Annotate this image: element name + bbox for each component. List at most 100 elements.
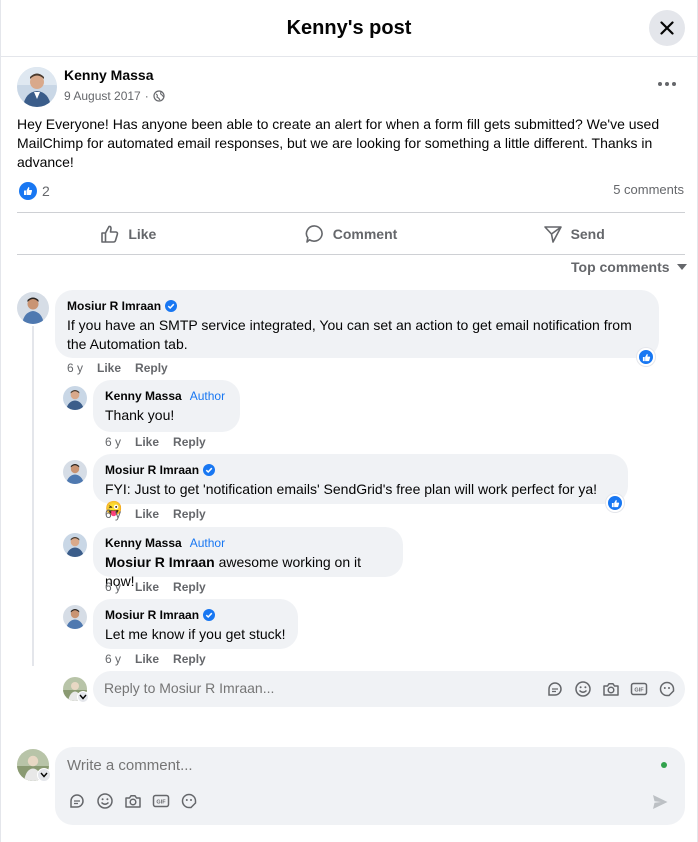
reply-author-avatar[interactable] <box>63 533 87 557</box>
caret-down-icon <box>676 264 687 270</box>
reply-author[interactable]: Mosiur R Imraan <box>105 607 286 623</box>
post-author-avatar[interactable] <box>17 67 57 107</box>
gif-icon[interactable]: GIF <box>630 680 648 698</box>
thumbs-up-icon <box>101 225 119 243</box>
reply-age[interactable]: 6 y <box>105 580 121 594</box>
comment-reply-button[interactable]: Reply <box>135 361 168 375</box>
comment-author-name[interactable]: Mosiur R Imraan <box>67 299 161 313</box>
reply-age[interactable]: 6 y <box>105 507 121 521</box>
reply-author-name[interactable]: Mosiur R Imraan <box>105 463 199 477</box>
reply-input[interactable] <box>104 680 504 696</box>
submit-comment-button[interactable] <box>651 793 669 811</box>
paper-plane-icon <box>543 225 562 243</box>
reply-bubble: Mosiur R Imraan Let me know if you get s… <box>93 599 298 649</box>
camera-icon[interactable] <box>124 792 142 810</box>
reaction-count[interactable]: 2 <box>42 183 50 199</box>
comment-text: If you have an SMTP service integrated, … <box>67 317 632 352</box>
comment-like-reaction-icon[interactable] <box>637 348 655 366</box>
reply-like-button[interactable]: Like <box>135 580 159 594</box>
sort-comments-button[interactable]: Top comments <box>571 259 688 275</box>
comment-meta: 6 y Like Reply <box>67 361 168 375</box>
comment-bubble: Mosiur R Imraan If you have an SMTP serv… <box>55 290 659 358</box>
sort-label: Top comments <box>571 259 670 275</box>
reply-like-reaction-icon[interactable] <box>606 494 624 512</box>
like-reaction-icon[interactable] <box>19 182 37 200</box>
author-tag: Author <box>189 536 226 550</box>
verified-badge-icon <box>165 300 178 312</box>
reply-meta: 6 y Like Reply <box>105 580 206 594</box>
send-arrow-icon <box>653 795 668 809</box>
reply-like-button[interactable]: Like <box>135 435 159 449</box>
speech-bubble-icon <box>305 224 323 243</box>
svg-text:GIF: GIF <box>634 688 644 694</box>
smiley-icon[interactable] <box>96 792 114 810</box>
like-button[interactable]: Like <box>17 213 240 254</box>
dot <box>665 82 669 86</box>
avatar-sticker-icon[interactable] <box>180 792 198 810</box>
dot <box>658 82 662 86</box>
reply-bubble: Kenny Massa Author Mosiur R Imraan aweso… <box>93 527 403 589</box>
comment-button[interactable]: Comment <box>240 213 463 254</box>
post-author-name[interactable]: Kenny Massa <box>64 67 153 83</box>
reply-reply-button[interactable]: Reply <box>173 507 206 521</box>
account-switch-icon[interactable] <box>77 691 89 703</box>
smiley-icon[interactable] <box>574 680 592 698</box>
dot <box>672 82 676 86</box>
svg-text:GIF: GIF <box>156 800 166 806</box>
reply-author-name[interactable]: Kenny Massa <box>105 536 182 550</box>
reply-age[interactable]: 6 y <box>105 652 121 666</box>
reply-author-avatar[interactable] <box>63 386 87 410</box>
comment-author[interactable]: Mosiur R Imraan <box>67 298 647 314</box>
reply-author-name[interactable]: Mosiur R Imraan <box>105 608 199 622</box>
post-text: Hey Everyone! Has anyone been able to cr… <box>17 116 660 170</box>
reply-author-avatar[interactable] <box>63 460 87 484</box>
mention-link[interactable]: Mosiur R Imraan <box>105 554 215 570</box>
reply-author[interactable]: Mosiur R Imraan <box>105 462 616 478</box>
dialog-title: Kenny's post <box>286 17 412 39</box>
more-options-button[interactable] <box>652 74 682 94</box>
comment-input[interactable] <box>67 757 627 774</box>
comment-label: Comment <box>332 225 398 242</box>
author-tag: Author <box>189 389 226 403</box>
reply-author-name[interactable]: Kenny Massa <box>105 389 182 403</box>
verified-badge-icon <box>203 464 216 476</box>
close-button[interactable] <box>649 10 685 46</box>
reply-bubble: Mosiur R Imraan FYI: Just to get 'notifi… <box>93 454 628 516</box>
reply-meta: 6 y Like Reply <box>105 435 206 449</box>
reply-text: FYI: Just to get 'notification emails' S… <box>105 481 598 497</box>
meta-separator: · <box>144 89 149 103</box>
reply-age[interactable]: 6 y <box>105 435 121 449</box>
reply-author[interactable]: Kenny Massa Author <box>105 388 228 404</box>
account-switch-icon[interactable] <box>37 768 51 782</box>
reply-meta: 6 y Like Reply <box>105 652 206 666</box>
thread-line <box>32 326 34 666</box>
avatar-sticker-icon[interactable] <box>658 680 676 698</box>
reply-author[interactable]: Kenny Massa Author <box>105 535 391 551</box>
grammar-status-dot <box>661 762 667 768</box>
comments-count[interactable]: 5 comments <box>613 182 684 197</box>
reply-reply-button[interactable]: Reply <box>173 580 206 594</box>
commenter-avatar[interactable] <box>17 292 49 324</box>
sticker-icon[interactable] <box>546 680 564 698</box>
reply-meta: 6 y Like Reply <box>105 507 206 521</box>
like-label: Like <box>128 225 157 242</box>
reply-like-button[interactable]: Like <box>135 652 159 666</box>
gif-icon[interactable]: GIF <box>152 792 170 810</box>
post-date[interactable]: 9 August 2017 <box>64 89 141 103</box>
reply-text: Let me know if you get stuck! <box>105 626 286 642</box>
globe-icon <box>153 90 165 102</box>
camera-icon[interactable] <box>602 680 620 698</box>
close-icon <box>660 21 674 35</box>
reply-reply-button[interactable]: Reply <box>173 435 206 449</box>
send-label: Send <box>570 225 605 242</box>
comment-like-button[interactable]: Like <box>97 361 121 375</box>
send-button[interactable]: Send <box>462 213 685 254</box>
sticker-icon[interactable] <box>68 792 86 810</box>
reply-text: Thank you! <box>105 407 175 423</box>
reply-reply-button[interactable]: Reply <box>173 652 206 666</box>
reply-like-button[interactable]: Like <box>135 507 159 521</box>
post-meta: 9 August 2017 · <box>64 89 165 103</box>
reply-author-avatar[interactable] <box>63 605 87 629</box>
comment-age[interactable]: 6 y <box>67 361 83 375</box>
verified-badge-icon <box>203 609 216 621</box>
